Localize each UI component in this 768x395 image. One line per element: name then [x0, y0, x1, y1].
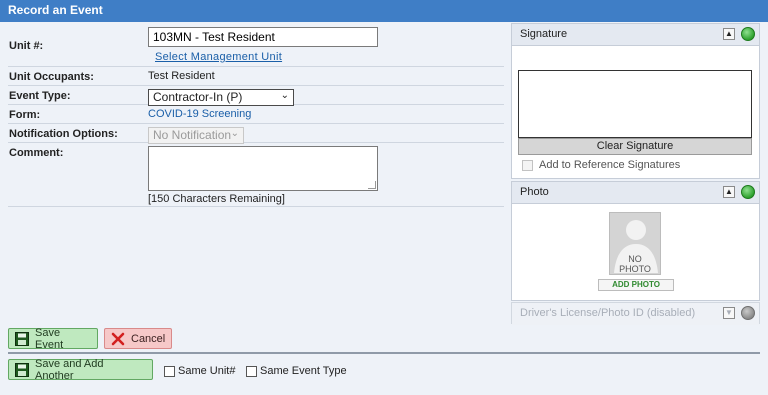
license-panel-header: Driver's License/Photo ID (disabled) ▼: [512, 303, 759, 325]
photo-title: Photo: [520, 186, 549, 198]
event-type-select[interactable]: Contractor-In (P) ⌄: [148, 89, 294, 106]
cancel-label: Cancel: [131, 332, 166, 345]
same-event-type-label: Same Event Type: [260, 365, 347, 377]
divider: [8, 352, 760, 354]
signature-title: Signature: [520, 28, 568, 40]
chevron-up-icon[interactable]: ▲: [723, 186, 735, 198]
event-type-value: Contractor-In (P): [153, 90, 243, 104]
characters-remaining: [150 Characters Remaining]: [148, 193, 285, 205]
no-photo-line2: PHOTO: [619, 264, 651, 274]
license-title: Driver's License/Photo ID (disabled): [520, 307, 696, 319]
chevron-down-icon: ▼: [723, 307, 735, 319]
red-x-icon: [111, 332, 125, 346]
license-panel: Driver's License/Photo ID (disabled) ▼: [511, 302, 760, 325]
reference-signature-label: Add to Reference Signatures: [539, 159, 681, 171]
gray-status-icon: [741, 306, 755, 320]
unit-input[interactable]: [148, 27, 378, 47]
chevron-down-icon: ⌄: [280, 90, 289, 101]
notification-select: No Notification ⌄: [148, 127, 244, 144]
covid-form-link[interactable]: COVID-19 Screening: [148, 108, 251, 120]
chevron-down-icon: ⌄: [230, 128, 239, 139]
save-add-another-label: Save and Add Another: [35, 357, 104, 382]
same-unit-checkbox[interactable]: [164, 365, 175, 377]
photo-panel: Photo ▲ NO PHOTO ADD PHOTO: [511, 181, 760, 301]
form-label: Form:: [9, 109, 41, 121]
occupants-row: Unit Occupants: Test Resident: [8, 67, 504, 86]
floppy-disk-icon: [15, 362, 29, 377]
unit-row: Unit #: Select Management Unit: [8, 22, 504, 67]
page-title: Record an Event: [0, 0, 768, 22]
event-form: Unit #: Select Management Unit Unit Occu…: [8, 22, 504, 207]
save-event-button[interactable]: Save Event: [8, 326, 98, 351]
signature-panel-header: Signature ▲: [512, 24, 759, 46]
comment-row: Comment: [150 Characters Remaining]: [8, 143, 504, 207]
same-unit-label: Same Unit#: [178, 365, 236, 377]
event-type-row: Event Type: Contractor-In (P) ⌄: [8, 86, 504, 106]
notification-row: Notification Options: No Notification ⌄: [8, 124, 504, 144]
no-photo-line1: NO: [628, 254, 642, 264]
same-unit-option: Same Unit#: [164, 365, 235, 377]
comment-textarea[interactable]: [148, 146, 378, 191]
occupants-value: Test Resident: [148, 70, 215, 82]
chevron-up-icon[interactable]: ▲: [723, 28, 735, 40]
save-event-label: Save Event: [35, 326, 64, 351]
no-photo-placeholder: NO PHOTO: [609, 212, 661, 275]
signature-panel: Signature ▲ Clear Signature Add to Refer…: [511, 23, 760, 179]
unit-label: Unit #:: [9, 40, 44, 52]
floppy-disk-icon: [15, 331, 29, 346]
resize-grip-icon[interactable]: [368, 181, 376, 189]
notification-label: Notification Options:: [9, 128, 118, 140]
add-photo-button[interactable]: ADD PHOTO: [598, 279, 674, 291]
reference-signature-checkbox: [522, 159, 533, 171]
green-status-icon: [741, 27, 755, 41]
green-status-icon: [741, 185, 755, 199]
signature-canvas[interactable]: [518, 70, 752, 138]
cancel-button[interactable]: Cancel: [104, 328, 172, 349]
same-event-type-option: Same Event Type: [246, 365, 347, 377]
clear-signature-button[interactable]: Clear Signature: [518, 138, 752, 155]
photo-panel-header: Photo ▲: [512, 182, 759, 204]
occupants-label: Unit Occupants:: [9, 71, 94, 83]
event-type-label: Event Type:: [9, 90, 71, 102]
same-event-type-checkbox[interactable]: [246, 365, 257, 377]
select-management-unit-link[interactable]: Select Management Unit: [155, 51, 282, 63]
reference-signature-option: Add to Reference Signatures: [522, 159, 680, 171]
form-row: Form: COVID-19 Screening: [8, 105, 504, 124]
notification-value: No Notification: [153, 128, 232, 142]
save-add-another-button[interactable]: Save and Add Another: [8, 357, 153, 382]
comment-label: Comment:: [9, 147, 64, 159]
